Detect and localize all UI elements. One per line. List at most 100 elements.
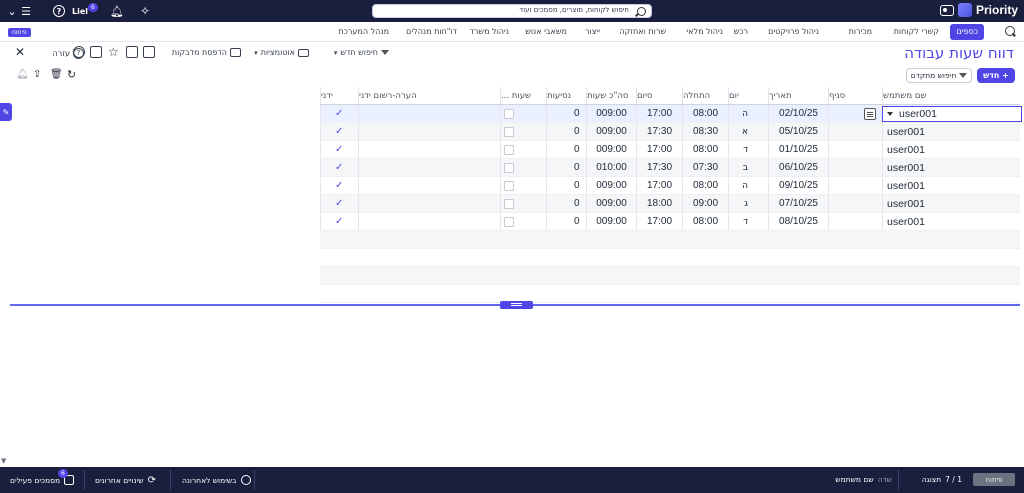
trash-icon[interactable]: 🗑︎ [50, 69, 63, 81]
bell-icon[interactable]: 🔔︎ [110, 3, 124, 19]
user-cell[interactable]: user001 [882, 195, 1020, 212]
trips-cell[interactable]: 0 [546, 159, 586, 176]
manual-check[interactable]: ✓ [320, 141, 358, 158]
total-cell[interactable]: 009:00 [586, 177, 636, 194]
nav-item-office[interactable]: ניהול משרד [470, 27, 509, 36]
nav-item-service[interactable]: שרות ואחזקה [619, 27, 666, 36]
branch-cell[interactable] [828, 177, 882, 194]
table-row[interactable]: ✓ 0 009:00 18:00 09:00 ג 07/10/25 user00… [320, 195, 1020, 213]
table-row[interactable]: ✓ 0 009:00 17:00 08:00 ה 09/10/25 user00… [320, 177, 1020, 195]
table-row[interactable]: ✓ 0 009:00 17:00 08:00 ד 01/10/25 user00… [320, 141, 1020, 159]
display-toggle-icon[interactable] [940, 5, 954, 16]
dev-button[interactable]: פיתוח [973, 473, 1015, 486]
trips-cell[interactable]: 0 [546, 105, 586, 122]
user-cell[interactable]: user001 [882, 159, 1020, 176]
col-header-trips[interactable]: נסיעות [546, 87, 586, 104]
hours-checkbox[interactable] [500, 213, 546, 230]
manual-check[interactable]: ✓ [320, 159, 358, 176]
branch-cell[interactable] [828, 141, 882, 158]
col-header-total[interactable]: סה"כ שעות [586, 87, 636, 104]
col-header-remark[interactable]: הערה-רשום ידני [358, 87, 500, 104]
total-cell[interactable]: 009:00 [586, 141, 636, 158]
nav-item-production[interactable]: ייצור [585, 27, 600, 36]
refresh-icon[interactable]: ↻ [67, 69, 79, 81]
col-header-start[interactable]: התחלה [682, 87, 728, 104]
date-cell[interactable]: 09/10/25 [768, 177, 828, 194]
hours-checkbox[interactable] [500, 195, 546, 212]
branch-cell[interactable] [828, 159, 882, 176]
form-view-icon[interactable] [126, 46, 138, 58]
bell-icon[interactable]: 🔔︎ [16, 69, 29, 81]
date-cell[interactable]: 08/10/25 [768, 213, 828, 230]
col-header-user[interactable]: שם משתמש [882, 87, 1020, 104]
hours-checkbox[interactable] [500, 141, 546, 158]
total-cell[interactable]: 010:00 [586, 159, 636, 176]
automations-button[interactable]: אוטומציות ▾ [254, 48, 309, 57]
empty-row[interactable] [320, 267, 1020, 285]
remark-cell[interactable] [358, 141, 500, 158]
end-cell[interactable]: 17:00 [636, 105, 682, 122]
trips-cell[interactable]: 0 [546, 195, 586, 212]
chevron-down-icon[interactable]: ⌄ [6, 3, 18, 19]
help-icon[interactable]: ? [52, 3, 66, 19]
manual-check[interactable]: ✓ [320, 123, 358, 140]
close-icon[interactable]: ✕ [15, 46, 27, 58]
recently-used-button[interactable]: בשימוש לאחרונה [182, 475, 251, 485]
nav-item-finance[interactable]: כספים [950, 24, 984, 40]
end-cell[interactable]: 18:00 [636, 195, 682, 212]
hours-checkbox[interactable] [500, 159, 546, 176]
new-record-button[interactable]: + חדש [977, 68, 1015, 83]
nav-item-admin[interactable]: מנהל המערכת [338, 27, 389, 36]
date-cell[interactable]: 01/10/25 [768, 141, 828, 158]
user-cell[interactable]: user001 [882, 177, 1020, 194]
col-header-manual[interactable]: ידני [320, 87, 358, 104]
start-cell[interactable]: 07:30 [682, 159, 728, 176]
nav-item-hr[interactable]: משאבי אנוש [525, 27, 567, 36]
day-cell[interactable]: ה [728, 105, 768, 122]
user-select-input[interactable]: user001 [882, 106, 1022, 122]
manual-check[interactable]: ✓ [320, 105, 358, 122]
nav-item-crm[interactable]: קשרי לקוחות [894, 27, 939, 36]
user-name[interactable]: Liel [71, 3, 89, 19]
manual-check[interactable]: ✓ [320, 195, 358, 212]
new-search-button[interactable]: חיפוש חדש ▾ [334, 48, 389, 57]
pin-tab-icon[interactable]: ✎ [0, 103, 12, 121]
day-cell[interactable]: ג [728, 195, 768, 212]
start-cell[interactable]: 08:00 [682, 105, 728, 122]
brand[interactable]: Priority [957, 3, 1018, 17]
sparkle-icon[interactable]: ✧ [138, 3, 152, 19]
branch-cell[interactable] [828, 195, 882, 212]
empty-row[interactable] [320, 231, 1020, 249]
user-cell[interactable]: user001 [882, 141, 1020, 158]
remark-cell[interactable] [358, 213, 500, 230]
share-icon[interactable]: ⇪ [33, 69, 45, 81]
manual-check[interactable]: ✓ [320, 177, 358, 194]
menu-icon[interactable]: ☰ [20, 3, 32, 19]
nav-item-inventory[interactable]: ניהול מלאי [686, 27, 723, 36]
remark-cell[interactable] [358, 159, 500, 176]
remark-cell[interactable] [358, 105, 500, 122]
start-cell[interactable]: 08:00 [682, 141, 728, 158]
end-cell[interactable]: 17:00 [636, 177, 682, 194]
hours-checkbox[interactable] [500, 123, 546, 140]
nav-item-purchasing[interactable]: רכש [734, 27, 748, 36]
lookup-list-icon[interactable] [864, 108, 876, 120]
day-cell[interactable]: ד [728, 141, 768, 158]
date-cell[interactable]: 02/10/25 [768, 105, 828, 122]
total-cell[interactable]: 009:00 [586, 195, 636, 212]
splitter-handle-icon[interactable] [500, 301, 533, 309]
excel-icon[interactable] [90, 46, 102, 58]
branch-cell[interactable] [828, 123, 882, 140]
total-cell[interactable]: 009:00 [586, 213, 636, 230]
col-header-branch[interactable]: סניף [828, 87, 882, 104]
start-cell[interactable]: 08:30 [682, 123, 728, 140]
print-labels-button[interactable]: הדפסת מדבקות [172, 48, 241, 57]
date-cell[interactable]: 05/10/25 [768, 123, 828, 140]
remark-cell[interactable] [358, 177, 500, 194]
help-button[interactable]: ? עזרה [52, 48, 84, 59]
advanced-search-button[interactable]: חיפוש מתקדם [906, 68, 972, 83]
trips-cell[interactable]: 0 [546, 141, 586, 158]
day-cell[interactable]: ב [728, 159, 768, 176]
nav-item-projects[interactable]: ניהול פרויקטים [768, 27, 819, 36]
table-row[interactable]: ✓ 0 009:00 17:00 08:00 ה 02/10/25 user00… [320, 105, 1022, 123]
